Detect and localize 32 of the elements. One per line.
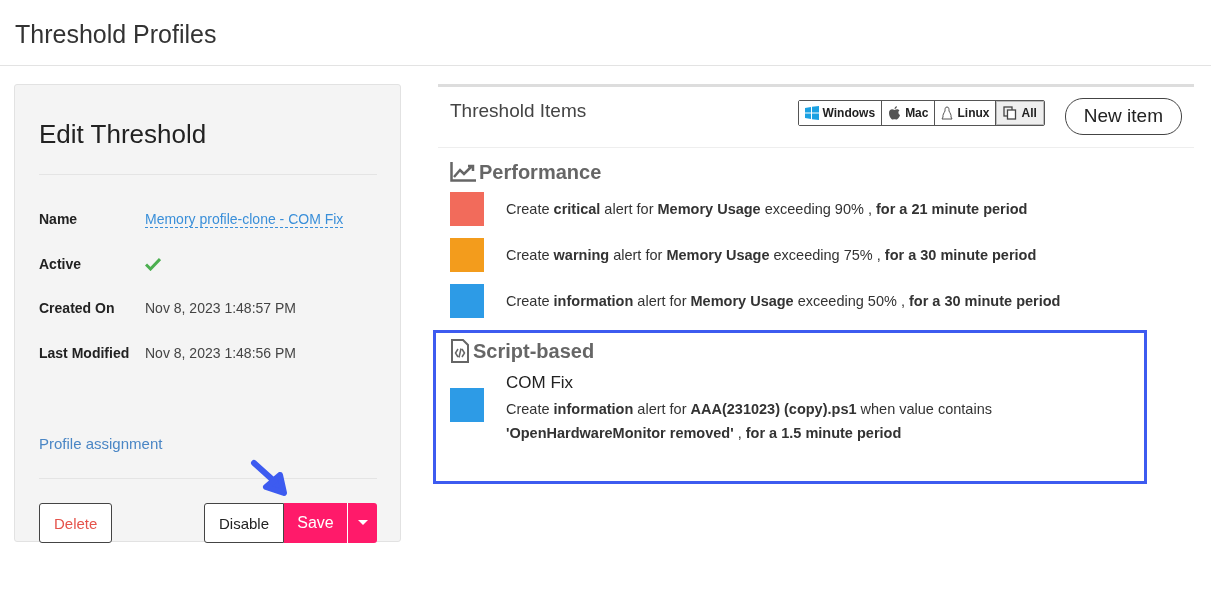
item-description: Create information alert for Memory Usage exceeding 50% , for a 30 minute period xyxy=(506,292,1061,311)
os-filter-tab[interactable]: Windows xyxy=(798,101,883,125)
caret-icon xyxy=(357,520,368,526)
profile-assignment-link[interactable]: Profile assignment xyxy=(39,435,163,452)
new-item-button[interactable]: New item xyxy=(1064,97,1182,135)
field-label: Created On xyxy=(39,300,116,317)
field-label: Last Modified xyxy=(39,344,131,361)
save-options-button[interactable] xyxy=(348,503,377,543)
item-description: Create information alert for AAA(231023) (copy).ps1 when value contains 'OpenHardwareMonitor removed' , for a 1.5 minute period xyxy=(506,400,993,443)
delete-button[interactable]: Delete xyxy=(39,503,113,543)
section-title: Script-based xyxy=(473,339,595,363)
item-description: Create warning alert for Memory Usage exceeding 75% , for a 30 minute period xyxy=(506,246,1037,265)
penguin-icon xyxy=(941,106,954,120)
field-label: Name xyxy=(39,211,79,228)
windows-icon xyxy=(804,106,819,120)
os-filter-tab[interactable]: All xyxy=(996,101,1044,125)
panel-title: Threshold Items xyxy=(450,100,588,122)
save-button[interactable]: Save xyxy=(284,503,348,543)
field-value: Nov 8, 2023 1:48:56 PM xyxy=(145,344,296,361)
field-value: Nov 8, 2023 1:48:57 PM xyxy=(145,300,296,317)
copy-icon xyxy=(1003,106,1018,120)
page-title: Threshold Profiles xyxy=(0,0,1211,66)
item-description: Create critical alert for Memory Usage exceeding 90% , for a 21 minute period xyxy=(506,200,1028,219)
script-file-icon xyxy=(450,339,470,363)
field-label: Active xyxy=(39,255,83,272)
section-title: Performance xyxy=(479,160,602,184)
card-title: Edit Threshold xyxy=(39,119,377,175)
line-chart-icon xyxy=(450,162,476,182)
disable-button[interactable]: Disable xyxy=(203,503,284,543)
item-name: COM Fix xyxy=(506,373,575,393)
pointer-arrow xyxy=(249,459,290,497)
apple-icon xyxy=(888,106,902,120)
